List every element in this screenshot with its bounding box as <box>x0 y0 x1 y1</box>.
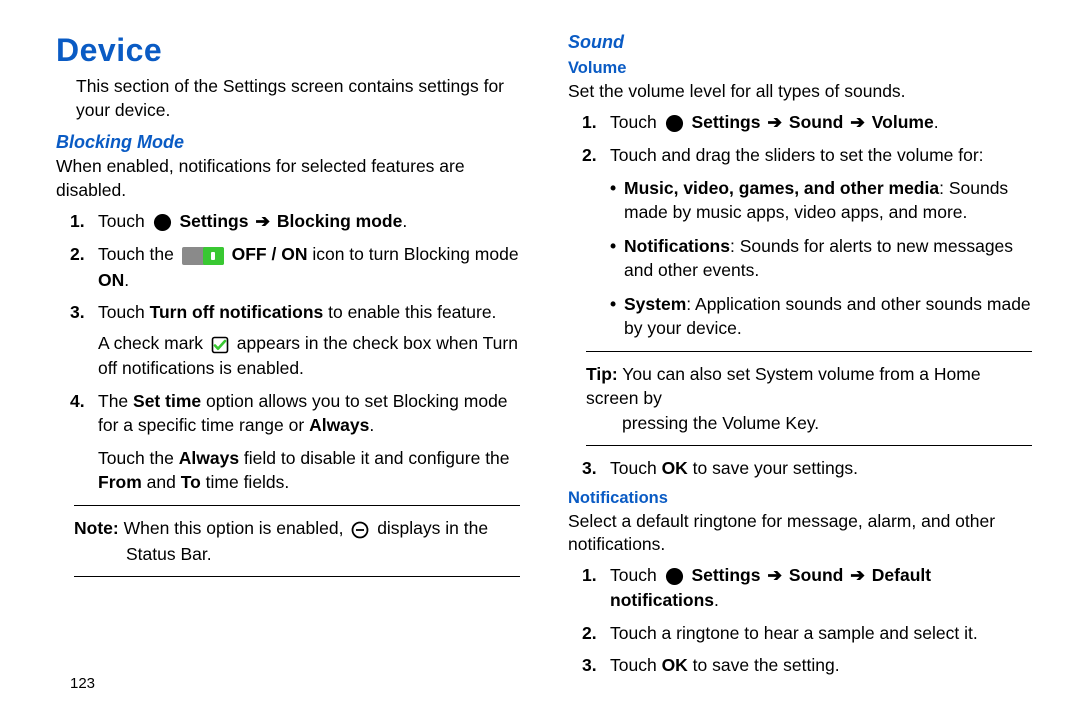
arrow-icon: ➔ <box>767 565 782 585</box>
separator <box>586 445 1032 446</box>
volume-step-1: 1. Touch Settings ➔ Sound ➔ Volume. <box>568 110 1032 136</box>
blocking-status-icon <box>351 517 369 542</box>
blocking-step-2: 2. Touch the OFF / ON icon to turn Block… <box>56 242 520 292</box>
notifications-desc: Select a default ringtone for message, a… <box>568 510 1032 557</box>
notifications-step-2: 2. Touch a ringtone to hear a sample and… <box>568 621 1032 646</box>
blocking-desc: When enabled, notifications for selected… <box>56 155 520 202</box>
right-column: Sound Volume Set the volume level for al… <box>568 32 1032 686</box>
heading-notifications: Notifications <box>568 489 1032 508</box>
blocking-step-4: 4. The Set time option allows you to set… <box>56 389 520 495</box>
separator <box>586 351 1032 352</box>
blocking-step-3: 3. Touch Turn off notifications to enabl… <box>56 300 520 381</box>
settings-gear-icon <box>665 564 684 589</box>
separator <box>74 505 520 506</box>
blocking-steps: 1. Touch Settings ➔ Blocking mode. 2. To… <box>56 209 520 495</box>
volume-tip: Tip: You can also set System volume from… <box>568 362 1032 436</box>
heading-blocking-mode: Blocking Mode <box>56 132 520 153</box>
volume-bullet-system: System: Application sounds and other sou… <box>568 292 1032 340</box>
volume-steps-cont: 3. Touch OK to save your settings. <box>568 456 1032 481</box>
volume-step-2: 2. Touch and drag the sliders to set the… <box>568 143 1032 168</box>
arrow-icon: ➔ <box>850 112 865 132</box>
off-on-toggle-icon <box>182 243 224 268</box>
checkmark-icon <box>211 332 229 357</box>
notifications-step-1: 1. Touch Settings ➔ Sound ➔ Default noti… <box>568 563 1032 613</box>
volume-bullet-media: Music, video, games, and other media: So… <box>568 176 1032 224</box>
volume-bullets: Music, video, games, and other media: So… <box>568 176 1032 341</box>
heading-volume: Volume <box>568 59 1032 78</box>
notifications-step-3: 3. Touch OK to save the setting. <box>568 653 1032 678</box>
left-column: Device This section of the Settings scre… <box>56 32 520 686</box>
volume-bullet-notifications: Notifications: Sounds for alerts to new … <box>568 234 1032 282</box>
arrow-icon: ➔ <box>767 112 782 132</box>
heading-sound: Sound <box>568 32 1032 53</box>
volume-step-3: 3. Touch OK to save your settings. <box>568 456 1032 481</box>
blocking-note: Note: When this option is enabled, displ… <box>56 516 520 566</box>
heading-device: Device <box>56 32 520 69</box>
volume-desc: Set the volume level for all types of so… <box>568 80 1032 104</box>
arrow-icon: ➔ <box>255 211 270 231</box>
separator <box>74 576 520 577</box>
device-intro: This section of the Settings screen cont… <box>56 75 520 122</box>
page-number: 123 <box>70 675 95 692</box>
manual-page: Device This section of the Settings scre… <box>0 0 1080 706</box>
blocking-step-1: 1. Touch Settings ➔ Blocking mode. <box>56 209 520 235</box>
arrow-icon: ➔ <box>850 565 865 585</box>
settings-gear-icon <box>665 111 684 136</box>
settings-gear-icon <box>153 210 172 235</box>
notifications-steps: 1. Touch Settings ➔ Sound ➔ Default noti… <box>568 563 1032 678</box>
volume-steps: 1. Touch Settings ➔ Sound ➔ Volume. 2. T… <box>568 110 1032 168</box>
